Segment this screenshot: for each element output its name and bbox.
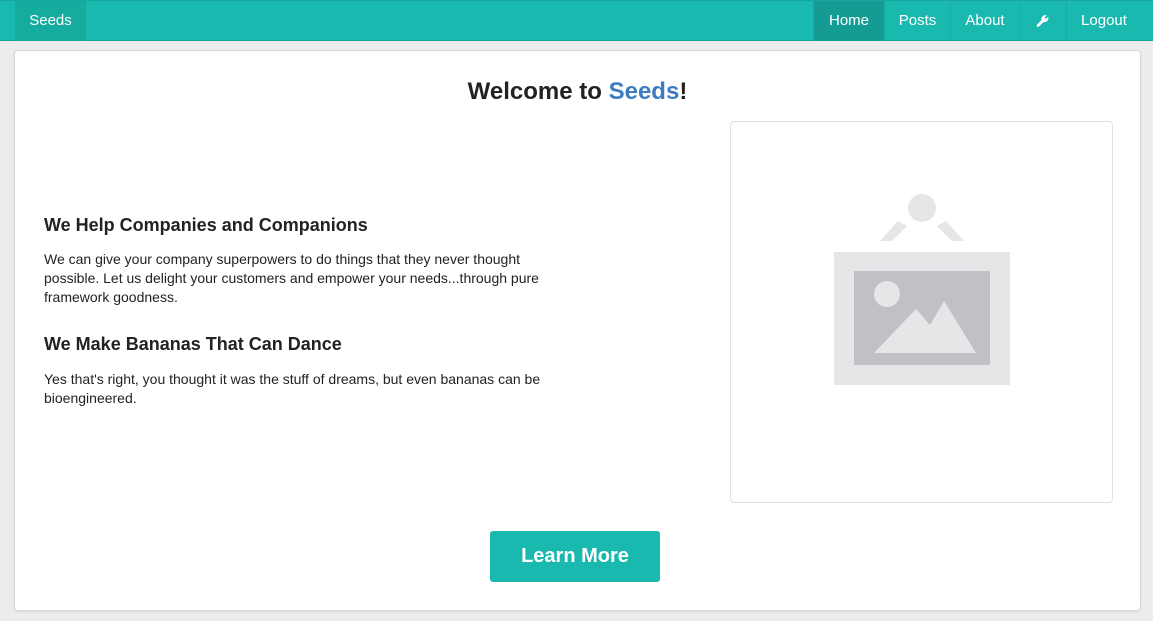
nav-about[interactable]: About [950, 1, 1019, 41]
learn-more-button[interactable]: Learn More [490, 531, 660, 582]
nav-logout[interactable]: Logout [1066, 1, 1153, 41]
title-brand-word: Seeds [608, 78, 680, 105]
section-text-companies: We can give your company superpowers to … [44, 251, 539, 305]
section-heading-companies: We Help Companies and Companions [44, 215, 368, 235]
nav-home[interactable]: Home [813, 1, 884, 41]
image-placeholder-icon [834, 194, 1010, 385]
title-prefix: Welcome to [467, 78, 609, 105]
welcome-panel: Welcome to Seeds! We Help Companies and … [14, 50, 1141, 611]
nav-posts[interactable]: Posts [884, 1, 950, 41]
brand-link[interactable]: Seeds [15, 1, 86, 41]
title-suffix: ! [679, 78, 688, 105]
page-title: Welcome to Seeds! [15, 78, 1140, 106]
image-placeholder-frame [730, 121, 1113, 503]
main-nav: Home Posts About Logout [813, 1, 1153, 41]
section-heading-bananas: We Make Bananas That Can Dance [44, 334, 342, 354]
section-text-bananas: Yes that's right, you thought it was the… [44, 371, 541, 406]
wrench-icon [1036, 15, 1049, 27]
nav-tools[interactable] [1019, 1, 1066, 41]
top-navbar: Seeds Home Posts About Logout [0, 0, 1153, 41]
